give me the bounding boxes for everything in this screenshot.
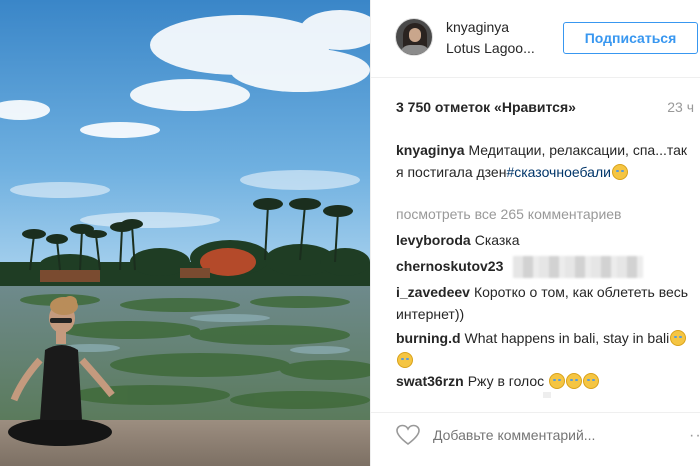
post-photo-image xyxy=(0,0,370,466)
comment-input[interactable] xyxy=(433,423,653,447)
comment-username[interactable]: chernoskutov23 xyxy=(396,258,503,274)
laughing-crying-emoji-icon xyxy=(397,352,413,368)
likes-count[interactable]: 3 750 отметок «Нравится» xyxy=(396,99,576,115)
laughing-crying-emoji-icon xyxy=(566,373,583,389)
post-details-panel: knyaginya Lotus Lagoo... Подписаться 3 7… xyxy=(370,0,700,466)
partial-next-comment xyxy=(543,392,551,398)
add-comment-bar: ··· xyxy=(371,412,700,466)
comment-username[interactable]: burning.d xyxy=(396,330,461,346)
laughing-crying-emoji-icon xyxy=(670,330,687,346)
post-photo[interactable] xyxy=(0,0,370,466)
post-location[interactable]: Lotus Lagoo... xyxy=(446,40,535,56)
view-all-comments-link[interactable]: посмотреть все 265 комментариев xyxy=(396,206,622,222)
comment-item: burning.d What happens in bali, stay in b… xyxy=(396,327,696,371)
laughing-crying-emoji-icon xyxy=(549,373,566,389)
laughing-crying-emoji-icon xyxy=(583,373,600,389)
post-caption: knyaginya Медитации, релаксации, спа...та… xyxy=(396,139,696,183)
comment-text: Сказка xyxy=(474,232,520,248)
comment-item: i_zavedeev Коротко о том, как облететь ве… xyxy=(396,281,696,325)
avatar[interactable] xyxy=(395,18,433,56)
comment-text: Ржу в голос xyxy=(467,373,545,389)
comment-item: swat36rzn Ржу в голос xyxy=(396,370,696,392)
caption-username[interactable]: knyaginya xyxy=(396,142,464,158)
blurred-comment-text xyxy=(513,256,644,279)
post-timestamp[interactable]: 23 ч xyxy=(667,99,694,115)
comment-item: levyboroda Сказка xyxy=(396,229,696,251)
comment-item: chernoskutov23 xyxy=(396,255,696,279)
comment-username[interactable]: swat36rzn xyxy=(396,373,464,389)
comment-username[interactable]: i_zavedeev xyxy=(396,284,470,300)
caption-hashtag[interactable]: #сказочноебали xyxy=(506,164,611,180)
follow-button[interactable]: Подписаться xyxy=(563,22,698,54)
comment-username[interactable]: levyboroda xyxy=(396,232,471,248)
comment-text: What happens in bali, stay in bali xyxy=(464,330,670,346)
post-header: knyaginya Lotus Lagoo... Подписаться xyxy=(371,0,700,78)
more-dots-icon[interactable]: ··· xyxy=(689,427,700,445)
laughing-crying-emoji-icon xyxy=(611,164,628,180)
heart-outline-icon[interactable] xyxy=(395,423,421,447)
post-author-username[interactable]: knyaginya xyxy=(446,19,509,35)
